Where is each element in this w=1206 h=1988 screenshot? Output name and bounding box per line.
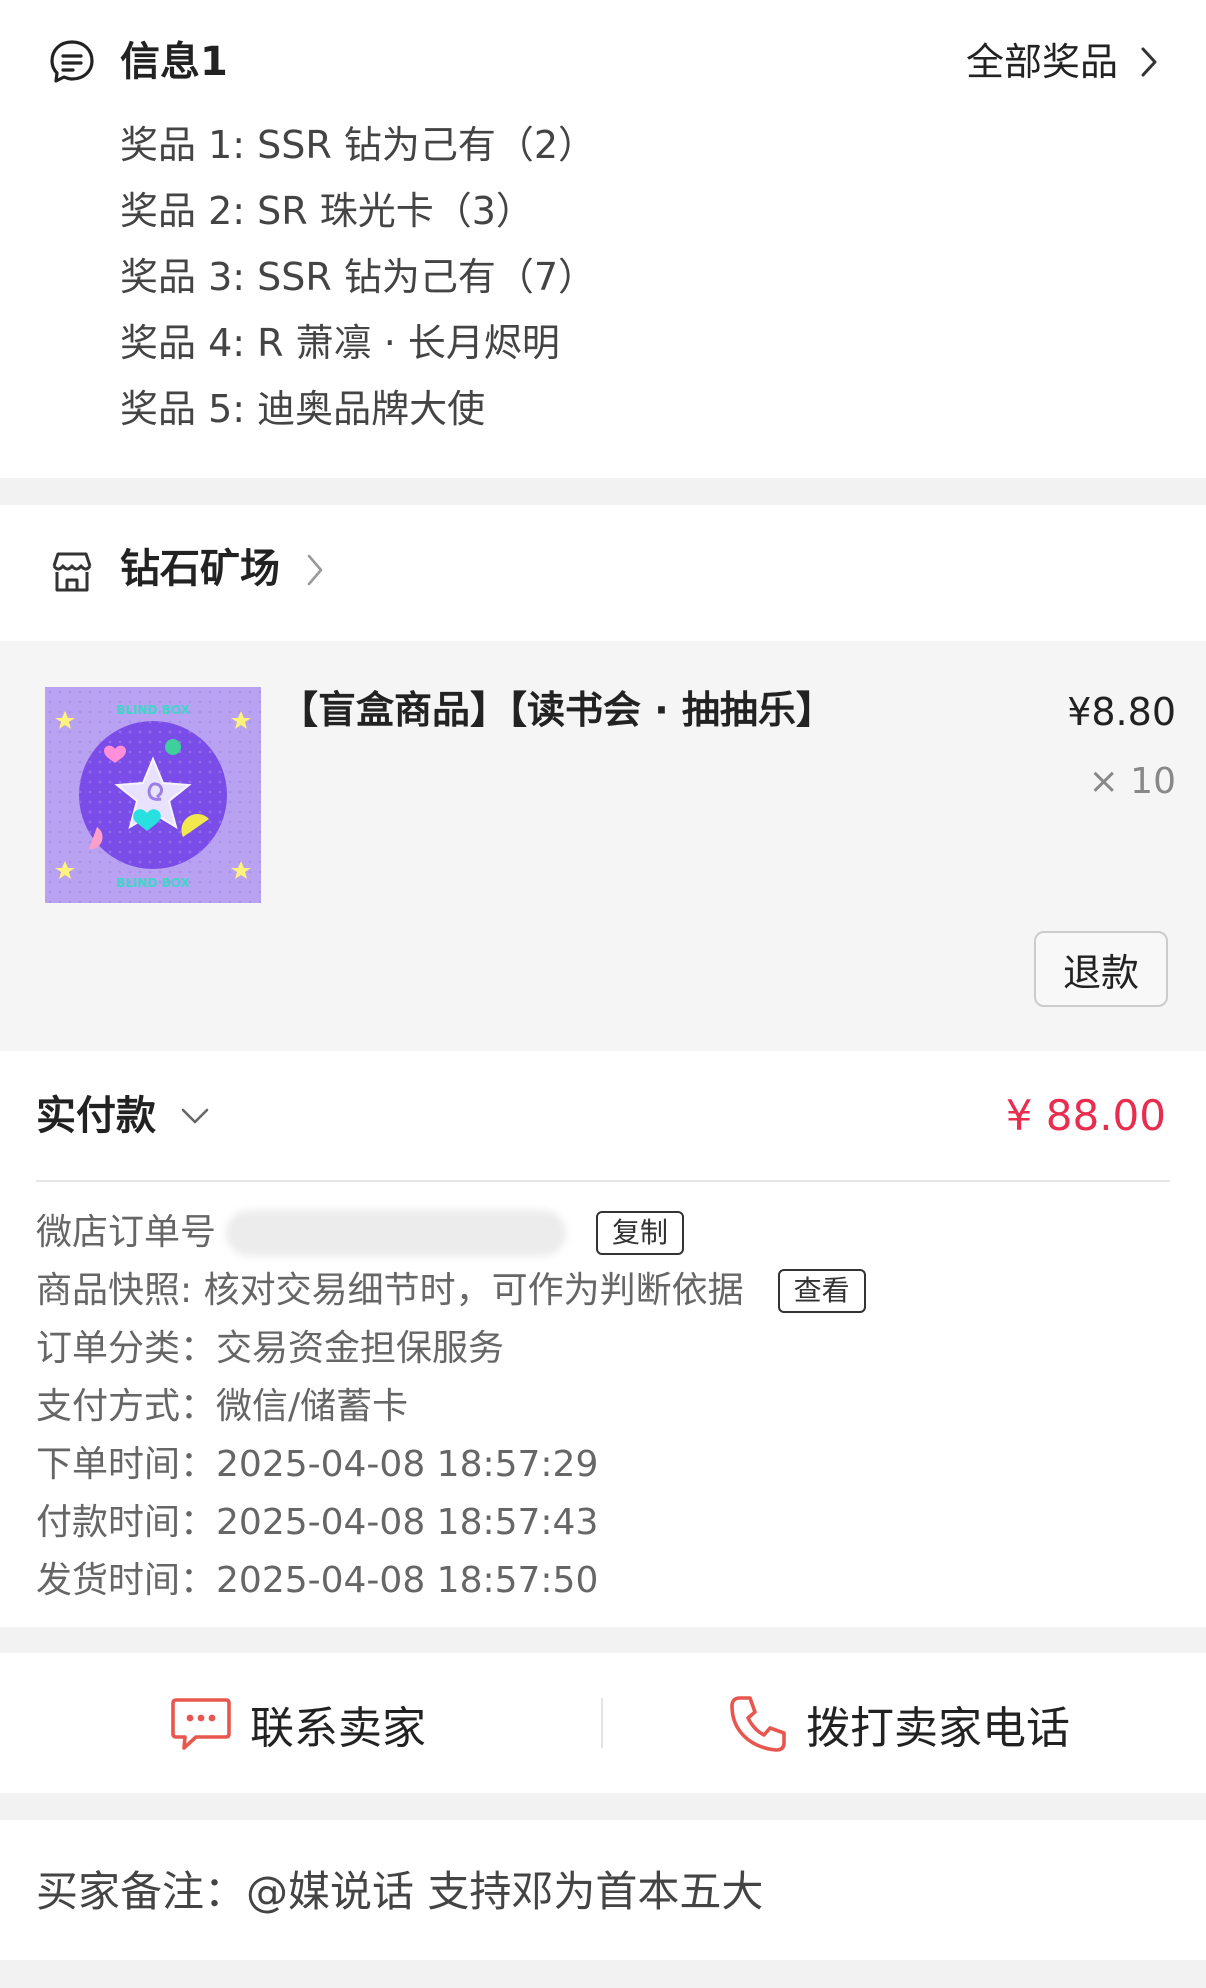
detail-row: 发货时间： 2025-04-08 18:57:50	[36, 1554, 598, 1608]
paid-label: 实付款	[36, 1093, 156, 1139]
thumb-label-bottom: BLIND BOX	[116, 876, 190, 890]
copy-button[interactable]: 复制	[596, 1211, 685, 1255]
order-number-row: 微店订单号 复制	[36, 1206, 685, 1260]
chevron-right-icon	[1141, 47, 1157, 77]
call-seller-button[interactable]: 拨打卖家电话	[728, 1676, 1070, 1772]
buyer-remark: 买家备注：@媒说话 支持邓为首本五大	[36, 1867, 764, 1916]
phone-icon	[730, 1696, 786, 1752]
prize-item: 奖品 3: SSR 钻为己有（7）	[120, 255, 597, 299]
detail-value: 2025-04-08 18:57:29	[216, 1444, 599, 1485]
prize-list: 奖品 1: SSR 钻为己有（2） 奖品 2: SR 珠光卡（3） 奖品 3: …	[120, 112, 596, 442]
all-prizes-label: 全部奖品	[965, 40, 1118, 84]
blind-box-thumbnail[interactable]: BLIND BOX BLIND BOX	[45, 687, 261, 903]
detail-row: 下单时间： 2025-04-08 18:57:29	[36, 1438, 598, 1492]
product-row[interactable]: BLIND BOX BLIND BOX 【盲盒商品】【读书会 · 抽抽乐】 ¥8…	[0, 641, 1206, 1051]
paid-amount-toggle[interactable]: 实付款	[36, 1090, 210, 1142]
shop-name[interactable]: 钻石矿场	[120, 543, 280, 595]
divider	[36, 1180, 1170, 1182]
divider	[601, 1698, 603, 1748]
prize-section-title: 信息1	[120, 39, 228, 85]
detail-value: 2025-04-08 18:57:43	[216, 1502, 599, 1543]
contact-seller-button[interactable]: 联系卖家	[170, 1676, 426, 1772]
chat-bubble-icon	[171, 1698, 231, 1750]
product-title[interactable]: 【盲盒商品】【读书会 · 抽抽乐】	[280, 683, 834, 737]
detail-row: 付款时间： 2025-04-08 18:57:43	[36, 1496, 598, 1550]
thumb-label-top: BLIND BOX	[116, 703, 190, 717]
order-number-redacted	[226, 1210, 567, 1256]
snapshot-text: 商品快照: 核对交易细节时，可作为判断依据	[36, 1270, 744, 1311]
snapshot-row: 商品快照: 核对交易细节时，可作为判断依据 查看	[36, 1264, 866, 1318]
detail-label: 支付方式：	[36, 1386, 217, 1427]
shop-icon	[52, 552, 92, 592]
detail-label: 付款时间：	[36, 1502, 217, 1543]
call-seller-label: 拨打卖家电话	[806, 1703, 1070, 1754]
order-number-label: 微店订单号	[36, 1212, 217, 1253]
refund-button[interactable]: 退款	[1034, 931, 1168, 1007]
detail-label: 订单分类：	[36, 1328, 217, 1369]
detail-row: 支付方式： 微信/储蓄卡	[36, 1380, 408, 1434]
detail-value: 交易资金担保服务	[216, 1328, 505, 1369]
detail-label: 发货时间：	[36, 1560, 217, 1601]
detail-value: 微信/储蓄卡	[216, 1386, 409, 1427]
product-price: ¥8.80	[1067, 690, 1176, 734]
chevron-down-icon	[181, 1108, 209, 1124]
detail-value: 2025-04-08 18:57:50	[216, 1560, 599, 1601]
detail-label: 下单时间：	[36, 1444, 217, 1485]
view-snapshot-button[interactable]: 查看	[777, 1269, 866, 1313]
all-prizes-link[interactable]: 全部奖品	[966, 36, 1158, 88]
prize-info-card: 信息1 全部奖品 奖品 1: SSR 钻为己有（2） 奖品 2: SR 珠光卡（…	[0, 0, 1206, 478]
prize-item: 奖品 2: SR 珠光卡（3）	[120, 189, 534, 233]
detail-row: 订单分类： 交易资金担保服务	[36, 1322, 504, 1376]
paid-amount: ¥ 88.00	[1005, 1091, 1166, 1140]
prize-item: 奖品 5: 迪奥品牌大使	[120, 387, 486, 431]
prize-item: 奖品 4: R 萧凛 · 长月烬明	[120, 321, 560, 365]
product-quantity: × 10	[1088, 761, 1176, 802]
prize-item: 奖品 1: SSR 钻为己有（2）	[120, 123, 597, 167]
chevron-right-icon	[307, 554, 323, 586]
contact-seller-label: 联系卖家	[250, 1703, 426, 1754]
message-icon	[50, 40, 94, 83]
